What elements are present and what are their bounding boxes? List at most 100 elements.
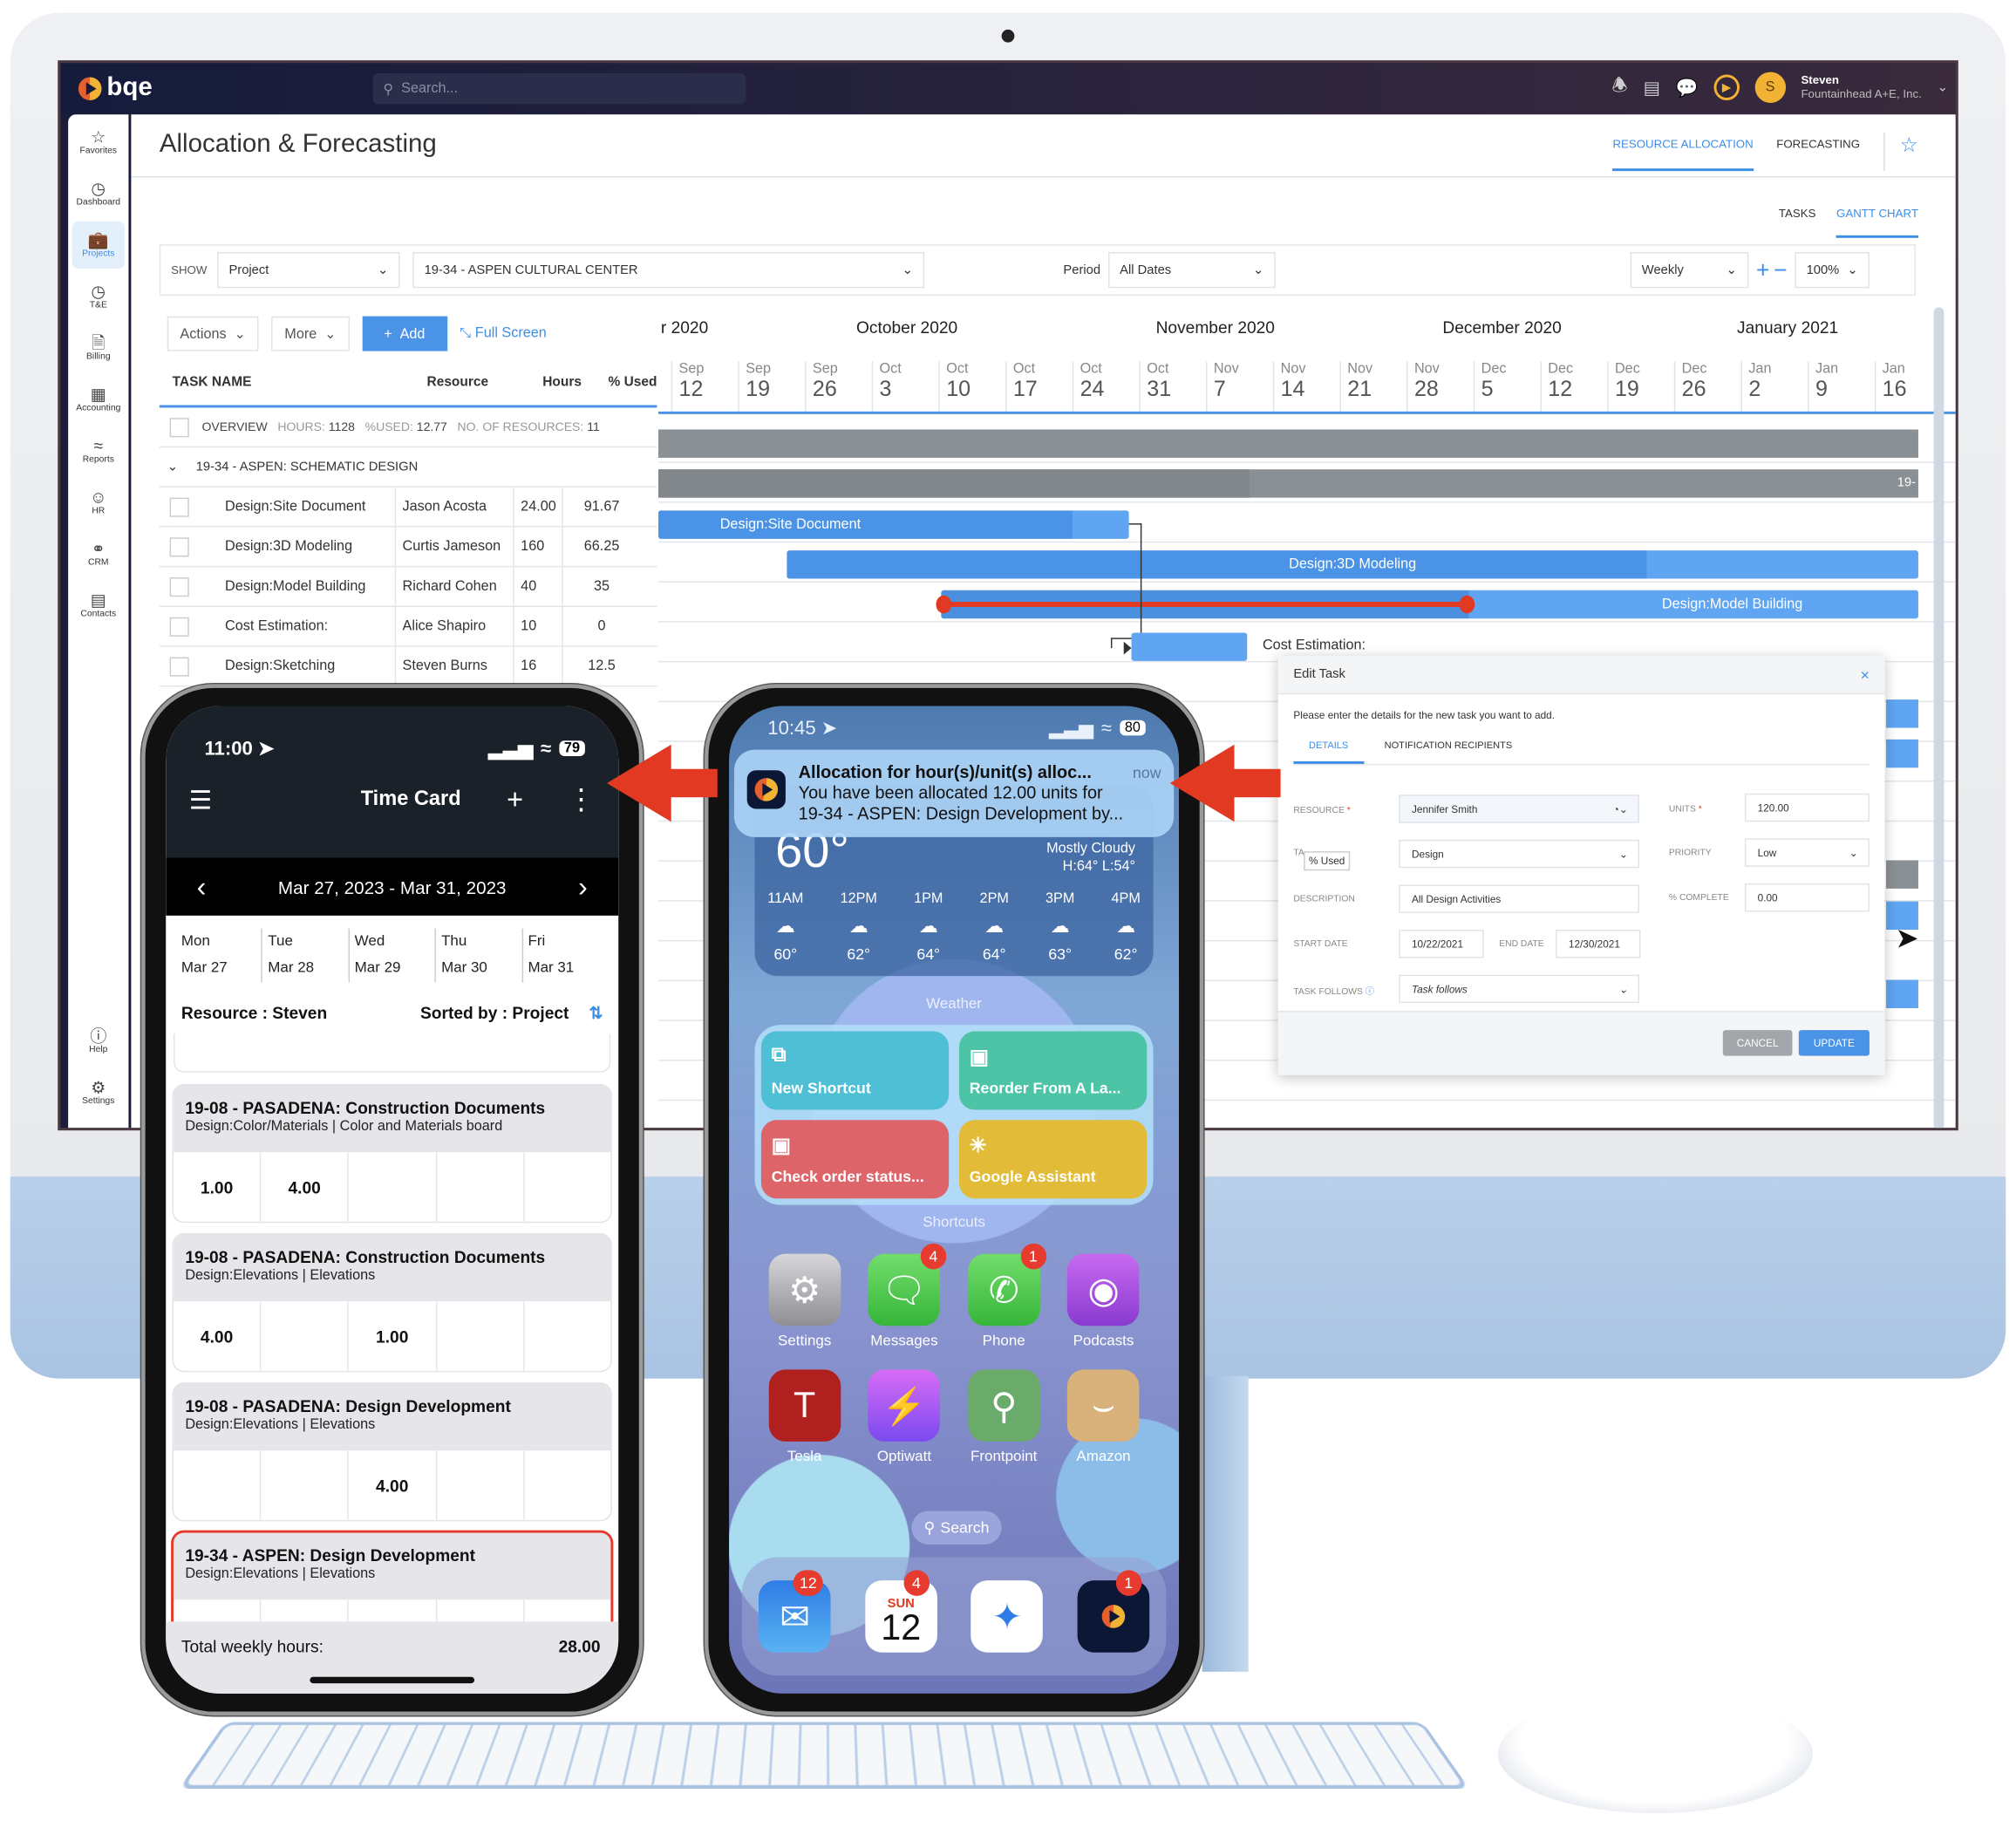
table-row[interactable]: Design:Site Document Jason Acosta 24.00 91.… [159,487,657,528]
app-podcasts[interactable]: ◉ Podcasts [1053,1253,1153,1349]
hours-cell[interactable]: 4.00 [174,1301,260,1371]
hours-cell[interactable] [435,1450,523,1520]
sidebar-item-crm[interactable]: ⚭ CRM [72,529,125,577]
hours-cell[interactable] [522,1152,611,1222]
add-button[interactable]: + Add [362,316,447,351]
header-used[interactable]: % Used [596,374,657,390]
zoom-in-icon[interactable]: + [1756,256,1770,283]
zoom-select[interactable]: 100% ⌄ [1795,252,1870,289]
row-checkbox[interactable] [169,617,189,637]
tab-details[interactable]: DETAILS [1293,740,1365,764]
sidebar-item-accounting[interactable]: ▦ Accounting [72,376,125,424]
bell-icon[interactable]: 🕭 [1611,72,1627,103]
scale-select[interactable]: Weekly ⌄ [1630,252,1749,289]
hours-cell[interactable] [174,1450,260,1520]
hours-cell[interactable] [260,1301,348,1371]
hours-cell[interactable]: 1.00 [174,1152,260,1222]
app-settings[interactable]: ⚙ Settings [755,1253,855,1349]
sidebar-item-favorites[interactable]: ☆ Favorites [72,119,125,167]
dock-bqe[interactable]: 1 [1077,1570,1149,1653]
search-pill[interactable]: ⚲ Search [911,1511,1002,1545]
gantt-bar[interactable] [1886,860,1918,889]
bqe-logo[interactable]: bqe [78,73,153,103]
chevron-down-icon[interactable]: ⌄ [167,460,178,474]
sidebar-item-hr[interactable]: ☺ HR [72,479,125,527]
app-tesla[interactable]: T Tesla [755,1369,855,1464]
gantt-bar-site-document[interactable]: Design:Site Document [657,510,1129,539]
start-date-field[interactable]: 10/22/2021 [1399,930,1484,958]
actions-button[interactable]: Actions ⌄ [167,316,259,351]
sidebar-item-contacts[interactable]: ▤ Contacts [72,581,125,629]
chevron-down-icon[interactable]: ⌄ [1937,80,1947,94]
tab-resource-allocation[interactable]: RESOURCE ALLOCATION [1612,138,1754,172]
zoom-out-icon[interactable]: − [1774,256,1788,283]
next-week-icon[interactable]: › [578,870,588,903]
table-row[interactable]: Design:3D Modeling Curtis Jameson 160 66.25 [159,526,657,568]
project-select[interactable]: 19-34 - ASPEN CULTURAL CENTER ⌄ [412,252,925,289]
sidebar-item-te[interactable]: ◷ T&E [72,273,125,321]
hours-cell[interactable]: 1.00 [347,1301,436,1371]
gantt-bar-3d-modeling[interactable]: Design:3D Modeling [787,550,1918,579]
tab-gantt-chart[interactable]: GANTT CHART [1836,207,1918,238]
row-checkbox[interactable] [169,656,189,676]
vertical-scrollbar[interactable] [1933,307,1944,1129]
close-icon[interactable]: × [1861,665,1870,684]
menu-icon[interactable]: ☰ [189,784,212,816]
header-task-name[interactable]: TASK NAME [160,374,414,390]
tab-notification-recipients[interactable]: NOTIFICATION RECIPIENTS [1385,740,1513,764]
more-button[interactable]: More ⌄ [271,316,350,351]
header-hours[interactable]: Hours [542,374,596,390]
chat-icon[interactable]: 💬 [1676,77,1699,99]
hours-cell[interactable] [435,1301,523,1371]
task-select[interactable]: Design ⌄ [1399,839,1639,869]
allocation-notification[interactable]: Allocation for hour(s)/unit(s) alloc... n… [733,749,1175,837]
overview-bar[interactable] [657,429,1918,458]
header-resource[interactable]: Resource [414,374,542,390]
time-entry-card[interactable]: 19-08 - PASADENA: Construction Documents… [174,1234,611,1371]
search-input[interactable]: ⚲ Search... [372,73,746,105]
shortcut-tile[interactable]: ⧉ New Shortcut [760,1031,950,1110]
dock-calendar[interactable]: SUN 12 4 [864,1570,937,1653]
task-follows-select[interactable]: Task follows ⌄ [1399,974,1639,1004]
gantt-bar[interactable] [1886,739,1918,768]
hours-cell[interactable] [260,1450,348,1520]
tab-forecasting[interactable]: FORECASTING [1776,138,1860,171]
sorted-by-label[interactable]: Sorted by : Project [420,1003,569,1022]
group-row[interactable]: ⌄ 19-34 - ASPEN: SCHEMATIC DESIGN [159,447,657,488]
gantt-bar[interactable] [1886,979,1918,1009]
app-phone[interactable]: ✆ 1 Phone [954,1243,1053,1349]
sort-icon[interactable]: ⇅ [589,1003,603,1022]
app-frontpoint[interactable]: ⚲ Frontpoint [954,1369,1053,1464]
hours-cell[interactable] [522,1450,611,1520]
drag-handle-start[interactable] [936,595,952,614]
app-amazon[interactable]: ⌣ Amazon [1053,1369,1153,1464]
dock-safari[interactable]: ✦ [971,1580,1044,1653]
sidebar-item-settings[interactable]: ⚙ Settings [72,1068,125,1116]
prev-week-icon[interactable]: ‹ [197,870,207,903]
group-bar[interactable]: 19- [657,469,1918,498]
hours-cell[interactable]: 4.00 [260,1152,348,1222]
units-field[interactable]: 120.00 [1744,793,1870,822]
calendar-icon[interactable]: ▤ [1644,77,1661,99]
hours-cell[interactable] [522,1301,611,1371]
more-vert-icon[interactable]: ⋮ [567,783,595,816]
table-row[interactable]: Design:Model Building Richard Cohen 40 35 [159,566,657,607]
cancel-button[interactable]: CANCEL [1722,1030,1793,1056]
priority-select[interactable]: Low ⌄ [1744,838,1870,867]
shortcut-tile[interactable]: ▣ Check order status... [760,1120,950,1199]
drag-handle-end[interactable] [1459,595,1475,614]
resource-field[interactable]: Jennifer Smith ◔⌄ [1399,795,1639,823]
shortcut-tile[interactable]: ▣ Reorder From A La... [958,1031,1148,1110]
time-entry-card[interactable]: 19-08 - PASADENA: Construction Documents… [174,1085,611,1222]
sidebar-item-dashboard[interactable]: ◷ Dashboard [72,170,125,218]
app-optiwatt[interactable]: ⚡ Optiwatt [855,1369,954,1464]
add-icon[interactable]: + [507,783,523,816]
description-field[interactable]: All Design Activities [1399,884,1639,913]
tab-tasks[interactable]: TASKS [1779,207,1816,237]
end-date-field[interactable]: 12/30/2021 [1556,930,1641,958]
user-info[interactable]: Steven Fountainhead A+E, Inc. [1801,73,1921,101]
time-entry-card[interactable]: 19-08 - PASADENA: Design Development Desi… [174,1383,611,1520]
avatar[interactable]: S [1754,72,1786,103]
full-screen-link[interactable]: ⤡ Full Screen [460,325,547,342]
show-select[interactable]: Project ⌄ [217,252,400,289]
